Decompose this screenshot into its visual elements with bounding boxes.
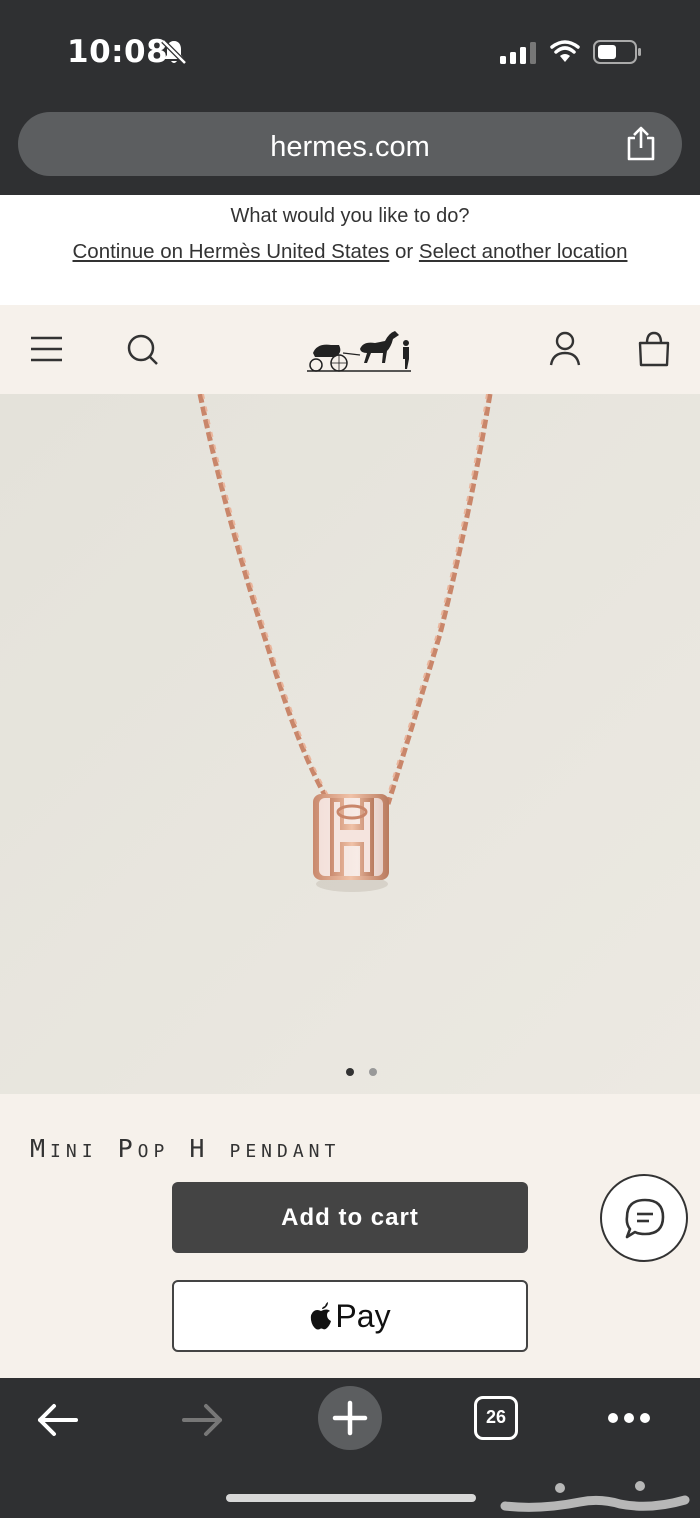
location-question: What would you like to do? [230,205,470,227]
search-icon[interactable] [123,329,163,369]
apple-pay-label: Pay [335,1298,391,1334]
url-text[interactable]: hermes.com [18,131,682,164]
product-name: Mini Pop H pendant [30,1134,341,1158]
tab-count: 26 [485,1407,507,1427]
carousel-dot[interactable] [369,1068,377,1076]
location-links: Continue on Hermès United States or Sele… [0,240,700,264]
browser-toolbar: 26 [0,1378,700,1518]
continue-us-link[interactable]: Continue on Hermès United States [73,240,390,263]
product-image[interactable] [0,394,700,1094]
new-tab-button[interactable] [318,1386,382,1450]
back-arrow-icon[interactable] [34,1400,80,1440]
product-info-panel: Mini Pop H pendant Add to cart Pay [0,1094,700,1378]
tabs-icon[interactable]: 26 [474,1396,518,1440]
menu-icon[interactable] [27,329,67,369]
battery-icon [593,40,641,64]
share-icon[interactable] [623,126,659,162]
address-bar[interactable]: hermes.com [18,112,682,176]
new-tab-plus-icon [332,1400,368,1436]
chat-button[interactable] [600,1174,688,1262]
select-location-link[interactable]: Select another location [419,240,628,263]
shopping-bag-icon[interactable] [634,329,674,369]
apple-logo-icon [311,1302,332,1330]
more-dots-icon[interactable] [606,1408,652,1428]
browser-url-area: hermes.com [0,105,700,195]
or-text: or [394,240,414,263]
bell-slash-icon [161,39,187,65]
home-indicator[interactable] [226,1494,476,1502]
location-banner: What would you like to do? Continue on H… [0,195,700,305]
carousel-dot-active[interactable] [346,1068,354,1076]
chat-bubble-icon [625,1198,665,1239]
add-to-cart-button[interactable]: Add to cart [172,1182,528,1253]
apple-pay-button[interactable]: Pay [172,1280,528,1352]
watermark-logo [500,1481,690,1512]
status-bar: 10:08 [0,0,700,105]
forward-arrow-icon[interactable] [180,1400,226,1440]
necklace-illustration [0,394,700,1094]
wifi-icon [550,40,580,62]
hermes-carriage-logo[interactable] [305,323,413,375]
status-time: 10:08 [67,34,169,70]
account-icon[interactable] [545,329,585,369]
signal-icon [500,42,536,64]
site-header [0,305,700,394]
